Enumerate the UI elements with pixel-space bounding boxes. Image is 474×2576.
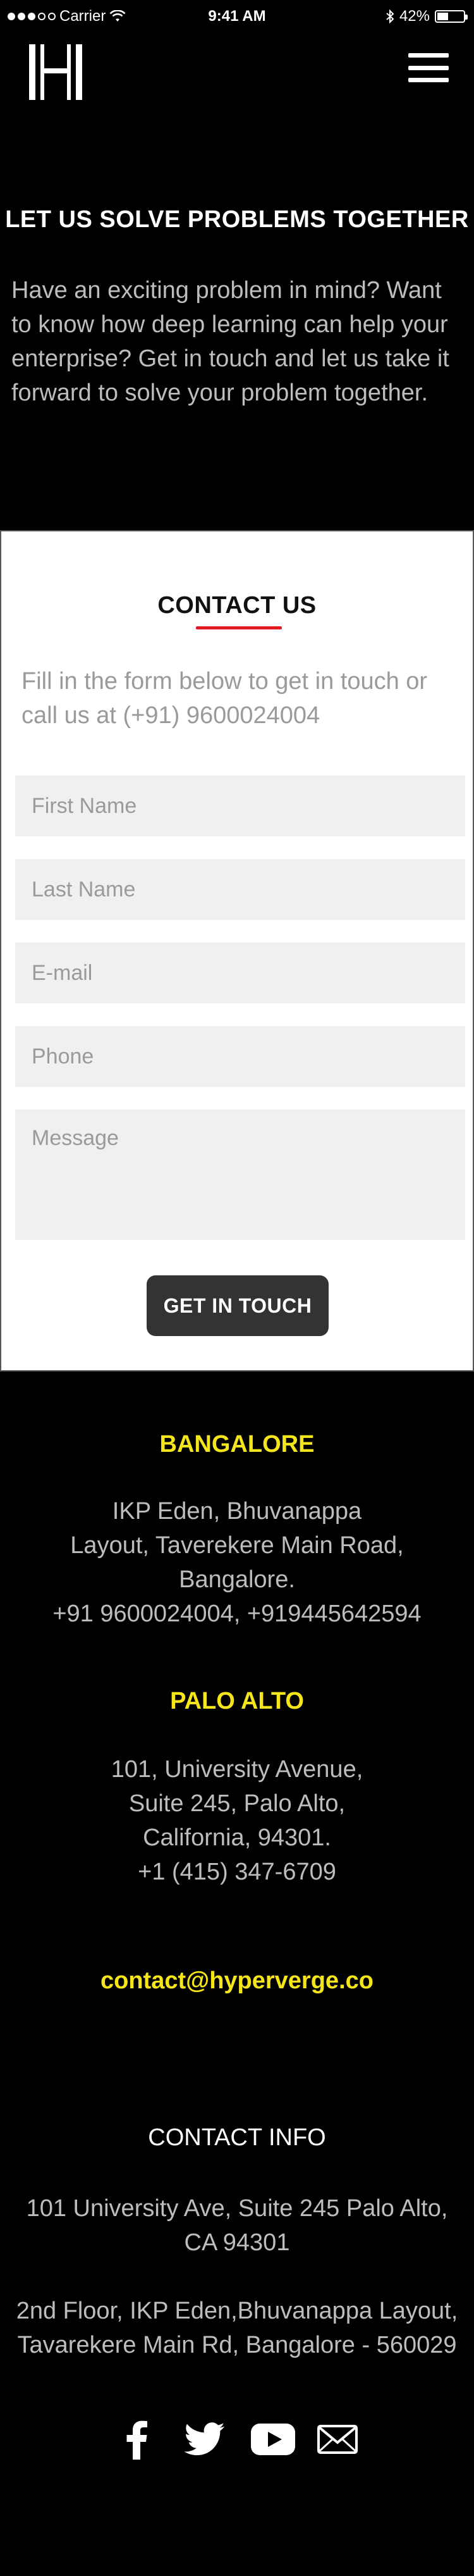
contact-info-address-us: 101 University Ave, Suite 245 Palo Alto,… bbox=[26, 2195, 448, 2256]
youtube-icon[interactable] bbox=[249, 2409, 297, 2470]
hamburger-menu-icon[interactable] bbox=[408, 53, 449, 82]
address-line: 101, University Avenue, bbox=[111, 1756, 363, 1783]
office-city-bangalore: BANGALORE bbox=[159, 1431, 315, 1458]
email-icon[interactable] bbox=[316, 2409, 359, 2470]
last-name-input[interactable] bbox=[15, 859, 465, 920]
address-line: Suite 245, Palo Alto, bbox=[128, 1790, 346, 1817]
battery-percent: 42% bbox=[399, 8, 430, 25]
address-line: IKP Eden, Bhuvanappa bbox=[112, 1498, 362, 1525]
hero-title: LET US SOLVE PROBLEMS TOGETHER bbox=[5, 206, 469, 233]
message-input[interactable] bbox=[15, 1110, 465, 1240]
phone-line[interactable]: +1 (415) 347-6709 bbox=[38, 1855, 436, 1889]
bluetooth-icon bbox=[386, 9, 394, 23]
contact-info-title: CONTACT INFO bbox=[148, 2124, 326, 2151]
office-address-bangalore: IKP Eden, Bhuvanappa Layout, Taverekere … bbox=[38, 1494, 436, 1631]
contact-title: CONTACT US bbox=[157, 592, 317, 619]
email-input[interactable] bbox=[15, 943, 465, 1003]
contact-description: Fill in the form below to get in touch o… bbox=[21, 668, 428, 729]
address-line: Layout, Taverekere Main Road, bbox=[70, 1532, 404, 1559]
contact-info-address-india: 2nd Floor, IKP Eden,Bhuvanappa Layout, T… bbox=[16, 2298, 458, 2358]
phone-input[interactable] bbox=[15, 1026, 465, 1087]
status-bar: Carrier 9:41 AM 42% bbox=[0, 0, 474, 35]
hero-text: Have an exciting problem in mind? Want t… bbox=[11, 277, 449, 406]
address-line: Bangalore. bbox=[179, 1566, 295, 1593]
facebook-icon[interactable] bbox=[118, 2409, 155, 2470]
hyperverge-logo-icon[interactable] bbox=[25, 42, 86, 102]
office-city-palo-alto: PALO ALTO bbox=[170, 1688, 304, 1714]
twitter-icon[interactable] bbox=[182, 2409, 228, 2470]
first-name-input[interactable] bbox=[15, 776, 465, 836]
status-right: 42% bbox=[386, 8, 468, 25]
title-underline bbox=[196, 626, 282, 629]
office-address-palo-alto: 101, University Avenue, Suite 245, Palo … bbox=[38, 1752, 436, 1889]
battery-icon bbox=[435, 10, 468, 23]
get-in-touch-button[interactable]: GET IN TOUCH bbox=[147, 1275, 329, 1336]
phone-line[interactable]: +91 9600024004, +919445642594 bbox=[38, 1597, 436, 1631]
contact-form-section: CONTACT US Fill in the form below to get… bbox=[0, 530, 474, 1372]
address-line: California, 94301. bbox=[143, 1824, 331, 1851]
contact-email-link[interactable]: contact@hyperverge.co bbox=[0, 1967, 474, 1995]
